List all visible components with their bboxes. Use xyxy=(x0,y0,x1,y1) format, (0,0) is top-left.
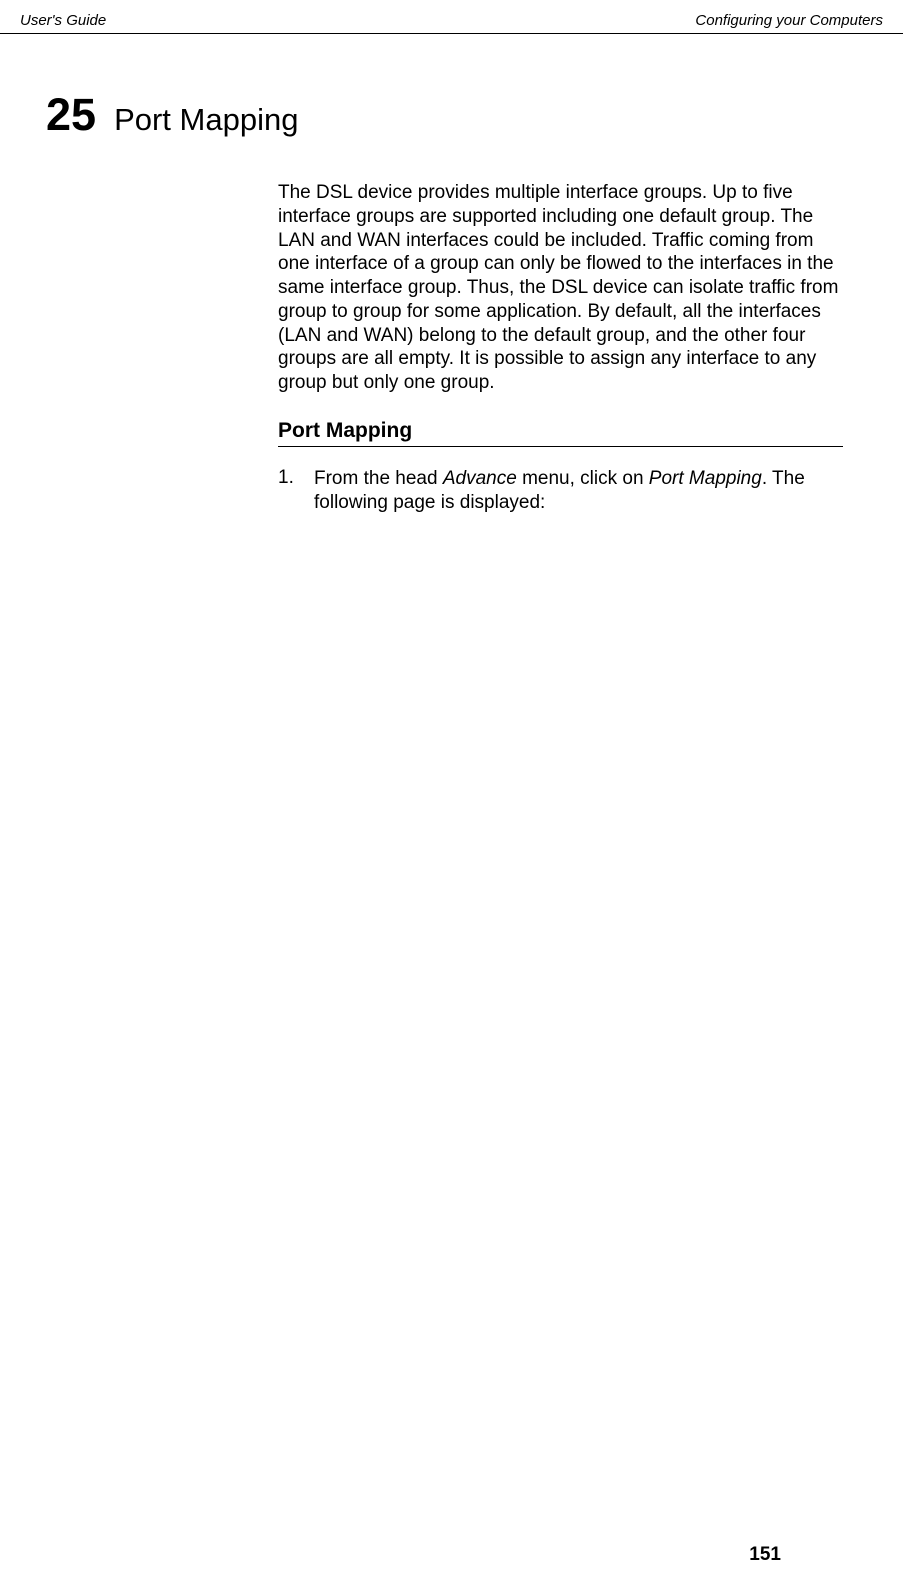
list-text: From the head Advance menu, click on Por… xyxy=(314,467,843,515)
page-number: 151 xyxy=(749,1544,781,1566)
section-heading: Port Mapping xyxy=(278,419,843,447)
header-right-text: Configuring your Computers xyxy=(695,12,883,29)
content-area: The DSL device provides multiple interfa… xyxy=(278,141,843,514)
page-header: User's Guide Configuring your Computers xyxy=(0,0,903,34)
list-number: 1. xyxy=(278,467,314,515)
list-text-part1: From the head xyxy=(314,468,443,489)
list-italic-2: Port Mapping xyxy=(649,468,762,489)
list-text-part2: menu, click on xyxy=(517,468,649,489)
list-item: 1. From the head Advance menu, click on … xyxy=(278,467,843,515)
chapter-number: 25 xyxy=(46,89,96,141)
chapter-title-row: 25 Port Mapping xyxy=(0,34,903,141)
chapter-title: Port Mapping xyxy=(114,102,298,138)
header-left-text: User's Guide xyxy=(20,12,106,29)
list-italic-1: Advance xyxy=(443,468,517,489)
intro-paragraph: The DSL device provides multiple interfa… xyxy=(278,181,843,395)
